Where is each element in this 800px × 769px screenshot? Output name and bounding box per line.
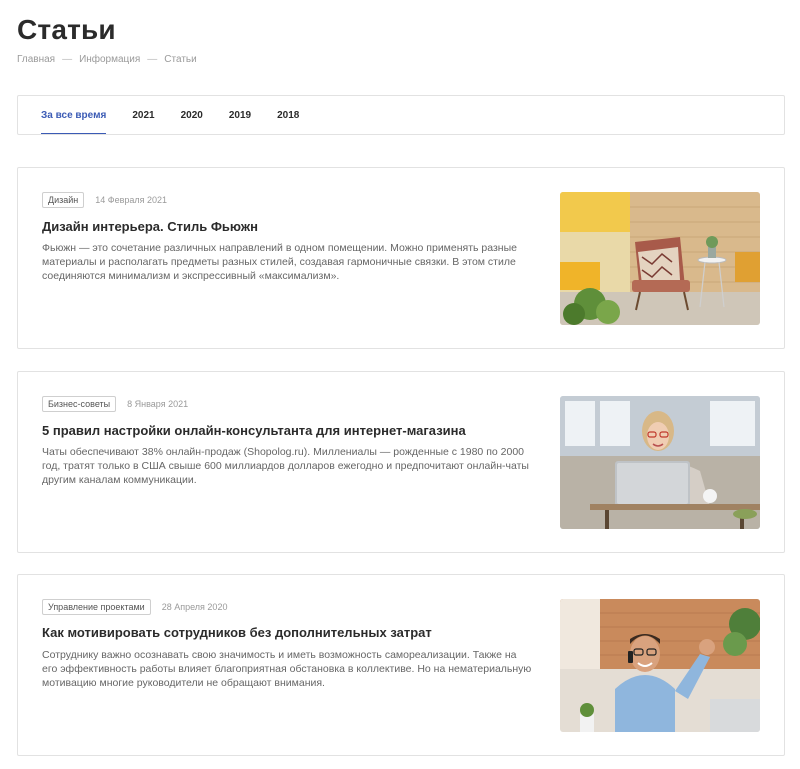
page-title: Статьи: [17, 14, 116, 45]
breadcrumb-item-info[interactable]: Информация: [79, 54, 140, 65]
article-title[interactable]: Дизайн интерьера. Стиль Фьюжн: [42, 219, 258, 234]
breadcrumb-separator: —: [62, 54, 73, 65]
tab-2021[interactable]: 2021: [132, 96, 154, 134]
article-title[interactable]: Как мотивировать сотрудников без дополни…: [42, 625, 432, 640]
breadcrumb-item-home[interactable]: Главная: [17, 54, 55, 65]
article-card[interactable]: Дизайн 14 Февраля 2021 Дизайн интерьера.…: [17, 167, 785, 349]
year-filter-tabs: За все время 2021 2020 2019 2018: [17, 95, 785, 135]
tab-all-time[interactable]: За все время: [41, 96, 107, 134]
article-date: 28 Апреля 2020: [161, 602, 228, 612]
article-meta: Управление проектами 28 Апреля 2020: [42, 599, 227, 615]
woman-laptop-photo[interactable]: [560, 396, 760, 529]
tab-2018[interactable]: 2018: [277, 96, 299, 134]
breadcrumb-separator: —: [147, 54, 158, 65]
article-meta: Бизнес-советы 8 Января 2021: [42, 396, 188, 412]
article-card[interactable]: Управление проектами 28 Апреля 2020 Как …: [17, 574, 785, 756]
article-date: 8 Января 2021: [127, 399, 189, 409]
article-excerpt: Сотруднику важно осознавать свою значимо…: [42, 649, 532, 689]
article-excerpt: Чаты обеспечивают 38% онлайн-продаж (Sho…: [42, 446, 529, 486]
article-tag[interactable]: Дизайн: [42, 192, 85, 208]
breadcrumb: Главная — Информация — Статьи: [17, 54, 197, 65]
article-card[interactable]: Бизнес-советы 8 Января 2021 5 правил нас…: [17, 371, 785, 553]
article-title[interactable]: 5 правил настройки онлайн-консультанта д…: [42, 423, 466, 438]
article-meta: Дизайн 14 Февраля 2021: [42, 192, 167, 208]
article-tag[interactable]: Управление проектами: [42, 599, 151, 615]
article-date: 14 Февраля 2021: [95, 195, 168, 205]
tab-2020[interactable]: 2020: [181, 96, 203, 134]
article-excerpt: Фьюжн — это сочетание различных направле…: [42, 242, 517, 282]
man-phone-photo[interactable]: [560, 599, 760, 732]
breadcrumb-item-articles: Статьи: [164, 54, 197, 65]
interior-armchair-photo[interactable]: [560, 192, 760, 325]
article-tag[interactable]: Бизнес-советы: [42, 396, 117, 412]
tab-2019[interactable]: 2019: [229, 96, 251, 134]
